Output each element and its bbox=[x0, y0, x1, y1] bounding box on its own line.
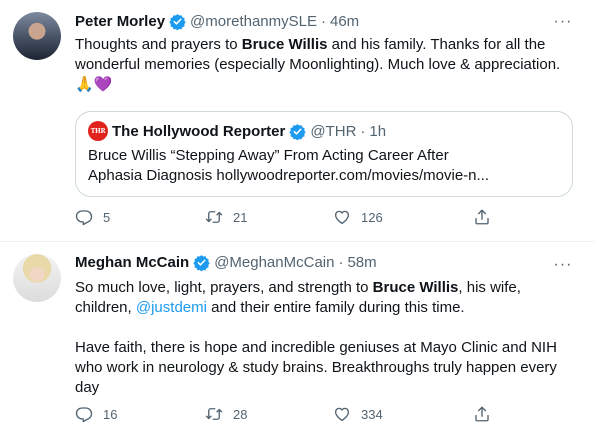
retweet-icon bbox=[205, 408, 223, 420]
quoted-author-handle: @THR bbox=[310, 122, 357, 140]
quoted-text-line: Bruce Willis “Stepping Away” From Acting… bbox=[88, 147, 449, 164]
tweet-header: Meghan McCain @MeghanMcCain · 58m bbox=[75, 252, 377, 272]
timestamp[interactable]: 58m bbox=[347, 254, 376, 271]
separator-dot: · bbox=[338, 253, 344, 271]
quoted-timestamp: 1h bbox=[369, 122, 387, 140]
tweet[interactable]: Meghan McCain @MeghanMcCain · 58m ··· So… bbox=[0, 241, 595, 436]
tweet[interactable]: Peter Morley @morethanmySLE · 46m ··· Th… bbox=[0, 0, 595, 241]
mention-link[interactable]: @justdemi bbox=[136, 299, 207, 316]
reply-icon bbox=[75, 210, 93, 226]
separator-dot: · bbox=[360, 122, 366, 140]
text-segment: Thoughts and prayers to bbox=[75, 36, 242, 53]
reply-icon bbox=[75, 407, 93, 423]
author-handle[interactable]: @morethanmySLE bbox=[190, 13, 317, 30]
bold-text: Bruce Willis bbox=[372, 279, 459, 296]
quoted-tweet[interactable]: THR The Hollywood Reporter @THR · 1h Bru… bbox=[75, 111, 573, 197]
avatar[interactable] bbox=[13, 254, 61, 302]
more-options-icon[interactable]: ··· bbox=[553, 12, 573, 32]
like-count: 334 bbox=[361, 406, 383, 422]
quoted-tweet-text: Bruce Willis “Stepping Away” From Acting… bbox=[88, 146, 560, 186]
author-name[interactable]: Meghan McCain bbox=[75, 254, 189, 271]
tweet-header: Peter Morley @morethanmySLE · 46m bbox=[75, 11, 359, 31]
like-button[interactable]: 334 bbox=[333, 404, 383, 424]
reply-count: 5 bbox=[103, 209, 111, 225]
text-segment: and their entire family during this time… bbox=[206, 299, 465, 316]
timeline: Peter Morley @morethanmySLE · 46m ··· Th… bbox=[0, 0, 595, 436]
heart-icon bbox=[334, 210, 350, 225]
quoted-avatar: THR bbox=[88, 121, 108, 141]
separator-dot: · bbox=[321, 12, 326, 30]
quoted-author-name: The Hollywood Reporter bbox=[112, 122, 286, 140]
verified-badge-icon bbox=[289, 123, 307, 140]
share-button[interactable] bbox=[473, 404, 491, 424]
retweet-button[interactable]: 21 bbox=[205, 207, 247, 227]
tweet-text: Thoughts and prayers to Bruce Willis and… bbox=[75, 35, 567, 95]
share-button[interactable] bbox=[473, 207, 491, 227]
quoted-text-line: Aphasia Diagnosis hollywoodreporter.com/… bbox=[88, 167, 490, 184]
retweet-button[interactable]: 28 bbox=[205, 404, 247, 424]
share-icon bbox=[475, 406, 489, 422]
avatar[interactable] bbox=[13, 12, 61, 60]
author-name[interactable]: Peter Morley bbox=[75, 13, 165, 30]
like-count: 126 bbox=[361, 209, 383, 225]
verified-badge-icon bbox=[169, 13, 186, 30]
tweet-actions: 16 28 334 bbox=[75, 404, 495, 424]
retweet-count: 21 bbox=[233, 209, 248, 225]
tweet-actions: 5 21 126 bbox=[75, 207, 495, 227]
emoji-text: 🙏💜 bbox=[75, 76, 113, 93]
heart-icon bbox=[334, 407, 350, 422]
verified-badge-icon bbox=[193, 254, 210, 271]
retweet-icon bbox=[205, 211, 223, 223]
reply-button[interactable]: 5 bbox=[75, 207, 110, 227]
bold-text: Bruce Willis bbox=[241, 36, 328, 53]
timestamp[interactable]: 46m bbox=[330, 13, 359, 30]
quoted-tweet-header: THR The Hollywood Reporter @THR · 1h bbox=[88, 121, 386, 141]
text-segment: So much love, light, prayers, and streng… bbox=[75, 279, 373, 296]
reply-count: 16 bbox=[103, 406, 118, 422]
more-options-icon[interactable]: ··· bbox=[553, 255, 573, 275]
retweet-count: 28 bbox=[233, 406, 248, 422]
tweet-text: So much love, light, prayers, and streng… bbox=[75, 278, 567, 398]
reply-button[interactable]: 16 bbox=[75, 404, 117, 424]
text-paragraph: Have faith, there is hope and incredible… bbox=[75, 339, 557, 396]
author-handle[interactable]: @MeghanMcCain bbox=[214, 254, 334, 271]
share-icon bbox=[475, 209, 489, 225]
like-button[interactable]: 126 bbox=[333, 207, 383, 227]
